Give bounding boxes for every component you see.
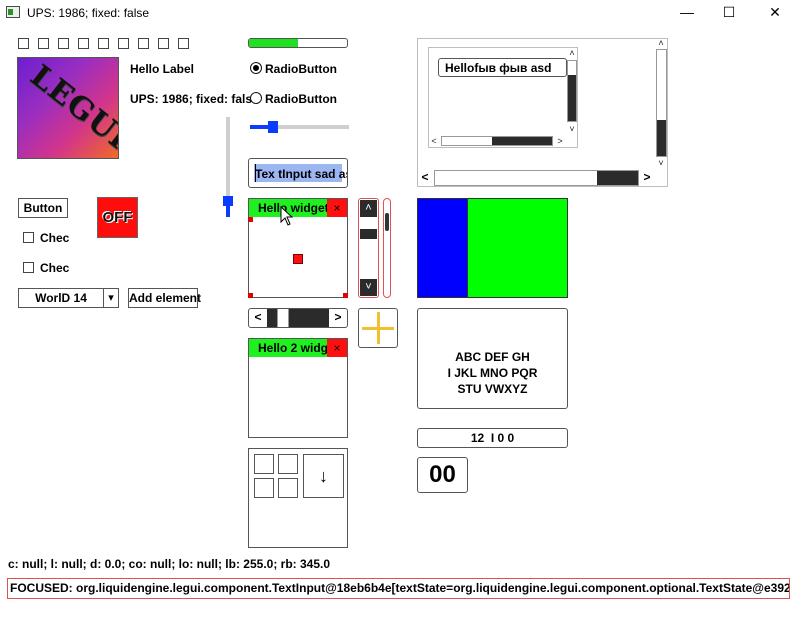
- checkbox-row-item[interactable]: [158, 38, 169, 49]
- horizontal-scrollbar[interactable]: < >: [248, 308, 348, 328]
- checkbox-row-item[interactable]: [118, 38, 129, 49]
- button[interactable]: Button: [18, 198, 68, 218]
- progress-bar: [248, 38, 348, 48]
- scroll-up-button[interactable]: ˄: [656, 38, 666, 48]
- scroll-down-button[interactable]: ˅: [567, 124, 577, 134]
- add-element-button[interactable]: Add element: [128, 288, 201, 308]
- progress-bar-fill: [249, 39, 298, 47]
- inner-text-input[interactable]: Hellofыв фыв asd: [438, 58, 567, 77]
- status-line: c: null; l: null; d: 0.0; co: null; lo: …: [8, 557, 331, 571]
- inner-vertical-scrollbar[interactable]: [567, 60, 577, 122]
- grid-cell[interactable]: [254, 478, 274, 498]
- scroll-left-button[interactable]: <: [249, 309, 267, 327]
- grid-cell[interactable]: [254, 454, 274, 474]
- hello-label: Hello Label: [130, 62, 195, 76]
- checkbox-row-item[interactable]: [138, 38, 149, 49]
- radio-button-1[interactable]: [250, 62, 262, 74]
- scrollbar-thumb[interactable]: [277, 309, 289, 327]
- resize-handle[interactable]: [343, 293, 348, 298]
- maximize-button[interactable]: ☐: [706, 0, 752, 26]
- inner-horizontal-scrollbar[interactable]: [441, 136, 553, 146]
- outer-vertical-scrollbar[interactable]: [656, 49, 667, 157]
- vertical-scrollbar[interactable]: ˄ ˅: [358, 198, 379, 298]
- close-window-button[interactable]: ✕: [752, 0, 796, 26]
- text-area-line: ABC DEF GH: [455, 350, 530, 364]
- counter-display: 00: [417, 457, 468, 493]
- checkbox-row-item[interactable]: [38, 38, 49, 49]
- outer-horizontal-scrollbar[interactable]: [434, 170, 639, 186]
- resize-handle[interactable]: [248, 217, 253, 222]
- widget-title[interactable]: Hello 2 widget: [249, 339, 328, 357]
- scroll-left-button[interactable]: <: [418, 169, 432, 186]
- scrollbar-thumb[interactable]: [385, 213, 389, 231]
- radio-button-1-label: RadioButton: [265, 62, 337, 76]
- mouse-cursor-icon: [280, 206, 294, 226]
- select-box[interactable]: WorlD 14 ▾: [18, 288, 119, 308]
- window-title: UPS: 1986; fixed: false: [27, 6, 150, 20]
- scroll-right-button[interactable]: >: [329, 309, 347, 327]
- grid-cell[interactable]: [278, 478, 298, 498]
- scrollbar-thumb[interactable]: [360, 229, 377, 239]
- chevron-down-icon[interactable]: ▾: [103, 289, 118, 307]
- text-input-value: Tex tInput sad asd: [255, 167, 347, 181]
- checkbox-row-item[interactable]: [178, 38, 189, 49]
- scrollbar-thumb[interactable]: [568, 75, 576, 121]
- text-area[interactable]: ABC DEF GH I JKL MNO PQR STU VWXYZ: [417, 308, 568, 409]
- checkbox-2[interactable]: [23, 262, 34, 273]
- widget-close-icon[interactable]: ×: [327, 339, 347, 357]
- layout-panel: ↓: [248, 448, 348, 548]
- scroll-up-button[interactable]: ˄: [360, 200, 377, 217]
- ups-label: UPS: 1986; fixed: false: [130, 92, 259, 106]
- legui-logo-image: LEGUI: [17, 57, 119, 159]
- scrollbar-thumb[interactable]: [597, 171, 638, 185]
- scrollbar-thumb[interactable]: [657, 120, 666, 156]
- scrollbar-thumb[interactable]: [492, 137, 552, 145]
- scroll-left-button[interactable]: <: [429, 136, 439, 146]
- widget-center-square: [293, 254, 303, 264]
- text-area-line: I JKL MNO PQR: [447, 366, 538, 380]
- plus-icon[interactable]: [358, 308, 398, 348]
- scroll-down-button[interactable]: ˅: [360, 279, 377, 296]
- thin-vertical-scrollbar[interactable]: [383, 198, 391, 298]
- horizontal-slider-fill: [250, 125, 270, 129]
- legui-logo-text: LEGUI: [23, 58, 119, 157]
- split-panel-left[interactable]: [418, 199, 468, 297]
- focused-status: FOCUSED: org.liquidengine.legui.componen…: [7, 578, 790, 599]
- grid-cell[interactable]: [278, 454, 298, 474]
- scroll-right-button[interactable]: >: [555, 136, 565, 146]
- checkbox-2-label: Chec: [40, 261, 70, 275]
- checkbox-row-item[interactable]: [18, 38, 29, 49]
- scroll-up-button[interactable]: ˄: [567, 48, 577, 58]
- split-panel[interactable]: [417, 198, 568, 298]
- widget-close-icon[interactable]: ×: [327, 199, 347, 217]
- checkbox-row-item[interactable]: [98, 38, 109, 49]
- checkbox-row-item[interactable]: [78, 38, 89, 49]
- plus-icon-horizontal: [362, 327, 394, 330]
- toggle-button[interactable]: OFF: [97, 197, 138, 238]
- checkbox-1-label: Chec: [40, 231, 70, 245]
- app-icon: [6, 6, 20, 18]
- scroll-right-button[interactable]: >: [640, 169, 654, 186]
- resize-handle[interactable]: [248, 293, 253, 298]
- radio-button-2[interactable]: [250, 92, 262, 104]
- minimize-button[interactable]: —: [664, 0, 710, 26]
- text-input[interactable]: Tex tInput sad asd: [248, 158, 348, 188]
- text-area-line: STU VWXYZ: [457, 382, 528, 396]
- horizontal-slider-handle[interactable]: [268, 121, 278, 133]
- select-box-value: WorlD 14: [35, 291, 87, 305]
- text-caret: [255, 164, 256, 182]
- hello-widget[interactable]: Hello widget ×: [248, 198, 348, 298]
- arrow-down-icon[interactable]: ↓: [303, 454, 344, 498]
- hello-2-widget[interactable]: Hello 2 widget ×: [248, 338, 348, 438]
- text-field[interactable]: 12 I 0 0: [417, 428, 568, 448]
- vertical-slider-handle[interactable]: [223, 196, 233, 206]
- radio-button-2-label: RadioButton: [265, 92, 337, 106]
- checkbox-row-item[interactable]: [58, 38, 69, 49]
- scroll-down-button[interactable]: ˅: [656, 158, 666, 168]
- checkbox-1[interactable]: [23, 232, 34, 243]
